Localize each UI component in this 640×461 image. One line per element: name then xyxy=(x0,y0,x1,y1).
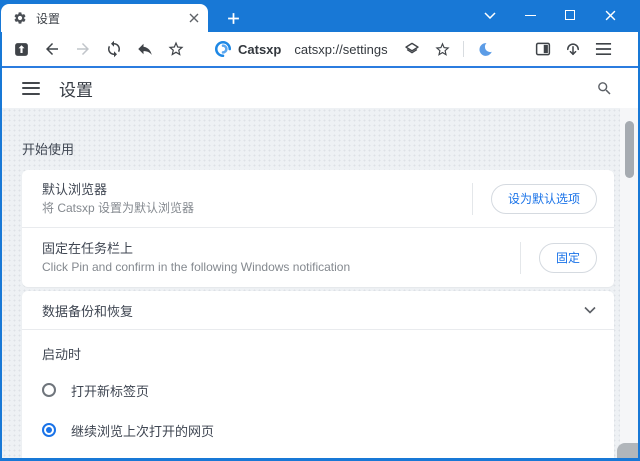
bookmark-star-icon[interactable] xyxy=(433,40,451,58)
default-browser-subtitle: 将 Catsxp 设置为默认浏览器 xyxy=(42,200,195,215)
startup-option-new-tab[interactable]: 打开新标签页 xyxy=(22,370,614,410)
startup-card: 数据备份和恢复 启动时 打开新标签页 继续浏览上次打开的网页 xyxy=(22,291,614,458)
hamburger-icon[interactable] xyxy=(22,81,40,95)
layers-icon[interactable] xyxy=(403,40,421,58)
toolbar: Catsxp catsxp://settings xyxy=(2,32,638,66)
section-label: 开始使用 xyxy=(22,142,75,157)
pin-taskbar-row: 固定在任务栏上 Click Pin and confirm in the fol… xyxy=(22,228,614,287)
minimize-button[interactable] xyxy=(510,0,550,30)
boxed-up-arrow-icon[interactable] xyxy=(12,40,30,58)
tab-settings[interactable]: 设置 xyxy=(1,4,208,32)
star-icon[interactable] xyxy=(167,40,185,58)
maximize-button[interactable] xyxy=(550,0,590,30)
startup-option-continue[interactable]: 继续浏览上次打开的网页 xyxy=(22,410,614,450)
radio-label: 继续浏览上次打开的网页 xyxy=(71,423,215,439)
getting-started-card: 默认浏览器 将 Catsxp 设置为默认浏览器 设为默认选项 固定在任务栏上 C… xyxy=(22,170,614,287)
moon-icon[interactable] xyxy=(476,40,494,58)
settings-content: 开始使用 默认浏览器 将 Catsxp 设置为默认浏览器 设为默认选项 固定在任… xyxy=(2,108,638,458)
new-tab-button[interactable] xyxy=(219,4,247,32)
site-label: Catsxp xyxy=(238,41,282,57)
sidebar-icon[interactable] xyxy=(534,40,552,58)
set-default-button[interactable]: 设为默认选项 xyxy=(490,183,597,214)
window-controls xyxy=(470,0,630,30)
corner-widget xyxy=(617,443,638,458)
undo-icon[interactable] xyxy=(136,40,154,58)
tab-close-icon[interactable] xyxy=(189,13,199,23)
url-text[interactable]: catsxp://settings xyxy=(294,42,387,57)
search-icon[interactable] xyxy=(596,80,613,97)
catsxp-logo xyxy=(214,40,232,58)
menu-icon[interactable] xyxy=(594,40,612,58)
backup-restore-title: 数据备份和恢复 xyxy=(42,303,134,319)
browser-window: 设置 Catsxp catsxp://settings 设置 开始使用 默认浏览… xyxy=(0,0,640,461)
forward-icon[interactable] xyxy=(74,40,92,58)
scrollbar-thumb[interactable] xyxy=(625,121,634,178)
scrollbar[interactable] xyxy=(620,108,638,458)
toolbar-right xyxy=(403,40,612,58)
default-browser-row: 默认浏览器 将 Catsxp 设置为默认浏览器 设为默认选项 xyxy=(22,170,614,227)
address-bar[interactable]: Catsxp catsxp://settings xyxy=(214,40,388,58)
settings-header: 设置 xyxy=(2,68,638,108)
toolbar-separator xyxy=(463,41,464,57)
pin-button[interactable]: 固定 xyxy=(538,242,597,273)
pin-taskbar-subtitle: Click Pin and confirm in the following W… xyxy=(42,259,351,274)
startup-label: 启动时 xyxy=(42,347,82,362)
titlebar-chevron-button[interactable] xyxy=(470,0,510,30)
page-title: 设置 xyxy=(59,80,93,100)
close-button[interactable] xyxy=(590,0,630,30)
back-icon[interactable] xyxy=(43,40,61,58)
row-separator xyxy=(519,241,521,274)
radio-label: 打开新标签页 xyxy=(71,383,150,399)
default-browser-title: 默认浏览器 xyxy=(42,181,108,197)
browser-app-area: Catsxp catsxp://settings 设置 开始使用 默认浏览器 将… xyxy=(2,32,638,458)
titlebar: 设置 xyxy=(0,0,640,32)
radio-button[interactable] xyxy=(42,423,56,437)
pin-taskbar-title: 固定在任务栏上 xyxy=(42,240,134,256)
backup-restore-row[interactable]: 数据备份和恢复 xyxy=(22,291,614,329)
chevron-down-icon[interactable] xyxy=(584,306,596,314)
row-separator xyxy=(471,182,473,215)
refresh-icon[interactable] xyxy=(105,40,123,58)
gear-icon xyxy=(13,11,27,25)
radio-button[interactable] xyxy=(42,383,56,397)
tab-title: 设置 xyxy=(36,11,61,26)
download-icon[interactable] xyxy=(564,40,582,58)
